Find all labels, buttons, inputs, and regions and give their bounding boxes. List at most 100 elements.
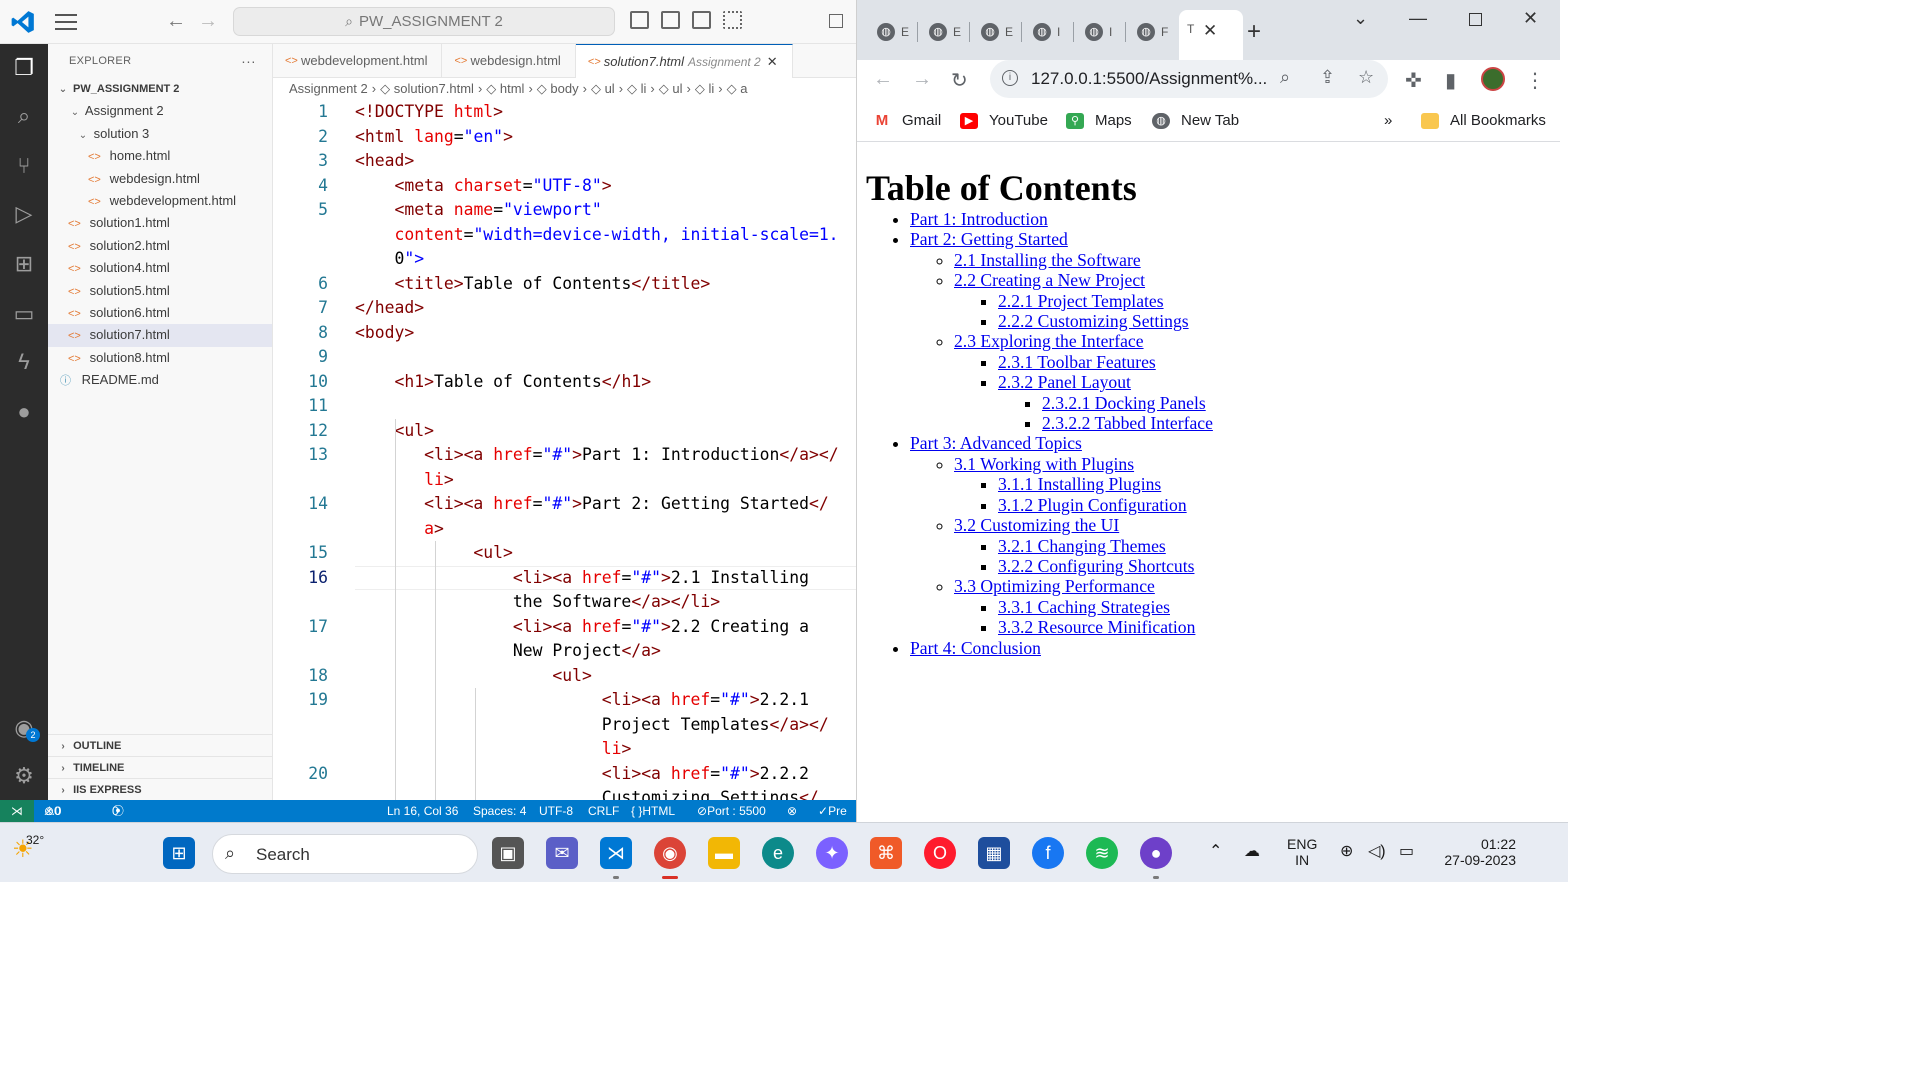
timeline-panel[interactable]: › TIMELINE [48, 756, 273, 778]
tree-file[interactable]: <> webdesign.html [48, 168, 272, 190]
share-icon[interactable]: ⇪ [1320, 67, 1335, 88]
tab-search-icon[interactable]: ⌄ [1353, 8, 1368, 29]
toc-link[interactable]: 3.1 Working with Plugins [954, 454, 1134, 474]
breadcrumb-item[interactable]: ◇ ul [591, 81, 615, 96]
code-line[interactable]: 7 </head> [273, 296, 856, 321]
code-line[interactable]: 0"> [273, 247, 856, 272]
code-line[interactable]: 12 <ul> [273, 419, 856, 444]
tree-file[interactable]: <> solution8.html [48, 347, 272, 369]
vscode-taskbar-icon[interactable]: ⋊ [600, 837, 632, 869]
eol-status[interactable]: CRLF [588, 800, 619, 822]
live-server-port[interactable]: ⊘ Port : 5500 [697, 800, 766, 822]
maximize-icon[interactable] [1469, 13, 1482, 26]
tab-webdesign[interactable]: <> webdesign.html [442, 44, 576, 78]
code-line[interactable]: content="width=device-width, initial-sca… [273, 223, 856, 248]
toc-link[interactable]: 2.3 Exploring the Interface [954, 331, 1144, 351]
bookmark-youtube[interactable]: ▶ YouTube [960, 112, 1048, 129]
code-line[interactable]: 5 <meta name="viewport" [273, 198, 856, 223]
tree-folder[interactable]: ⌄ Assignment 2 [48, 100, 272, 122]
browser-tab[interactable]: ◍ F [1137, 20, 1168, 44]
search-icon[interactable]: ⌕ [10, 102, 38, 130]
more-actions-icon[interactable]: ··· [241, 44, 256, 78]
start-icon[interactable]: ⊞ [163, 837, 195, 869]
github-icon[interactable]: ● [10, 398, 38, 426]
taskbar-search[interactable]: ⌕ Search [212, 834, 478, 874]
github-desktop-icon[interactable]: ● [1140, 837, 1172, 869]
tree-folder[interactable]: ⌄ PW_ASSIGNMENT 2 [48, 78, 272, 100]
toggle-secondary-sidebar-icon[interactable] [692, 11, 711, 29]
toc-link[interactable]: 2.2.1 Project Templates [998, 291, 1164, 311]
toc-link[interactable]: 3.3.2 Resource Minification [998, 617, 1195, 637]
tree-file[interactable]: <> solution1.html [48, 212, 272, 234]
customize-layout-icon[interactable] [723, 11, 742, 29]
breadcrumb-item[interactable]: ◇ ul [659, 81, 683, 96]
tree-file[interactable]: <> solution2.html [48, 235, 272, 257]
code-line[interactable]: 6 <title>Table of Contents</title> [273, 272, 856, 297]
breadcrumb-item[interactable]: ◇ li [627, 81, 646, 96]
reload-icon[interactable]: ↻ [951, 68, 968, 93]
language-mode[interactable]: { } HTML [631, 800, 675, 822]
side-panel-icon[interactable]: ▮ [1445, 68, 1456, 93]
thunder-client-icon[interactable]: ϟ [10, 348, 38, 376]
code-line[interactable]: 1 <!DOCTYPE html> [273, 100, 856, 125]
extensions-puzzle-icon[interactable]: ✜ [1405, 68, 1422, 93]
code-line[interactable]: 13 <li><a href="#">Part 1: Introduction<… [273, 443, 856, 468]
toc-link[interactable]: 3.1.2 Plugin Configuration [998, 495, 1187, 515]
bookmark-star-icon[interactable]: ☆ [1358, 67, 1374, 88]
toggle-sidebar-icon[interactable] [630, 11, 649, 29]
command-center-search[interactable]: ⌕ PW_ASSIGNMENT 2 [233, 7, 615, 36]
toc-link[interactable]: Part 4: Conclusion [910, 638, 1041, 658]
code-editor[interactable]: 1 <!DOCTYPE html> 2 <html lang="en"> 3 <head>… [273, 100, 856, 800]
tree-file[interactable]: <> solution6.html [48, 302, 272, 324]
toc-link[interactable]: 3.2.1 Changing Themes [998, 536, 1166, 556]
toc-link[interactable]: 3.2.2 Configuring Shortcuts [998, 556, 1194, 576]
bookmark-new-tab[interactable]: ◍ New Tab [1152, 112, 1239, 129]
breadcrumb-item[interactable]: ◇ li [695, 81, 714, 96]
toggle-panel-icon[interactable] [661, 11, 680, 29]
tree-file[interactable]: <> webdevelopment.html [48, 190, 272, 212]
code-line[interactable]: Customizing Settings</ [273, 786, 856, 800]
maximize-icon[interactable] [829, 14, 843, 28]
chrome-icon[interactable]: ◉ [654, 837, 686, 869]
code-line[interactable]: 3 <head> [273, 149, 856, 174]
tree-file[interactable]: ⓘ README.md [48, 369, 272, 391]
breadcrumb-item[interactable]: ◇ body [537, 81, 579, 96]
file-explorer-icon[interactable]: ▬ [708, 837, 740, 869]
opera-icon[interactable]: O [924, 837, 956, 869]
spotify-icon[interactable]: ≋ [1086, 837, 1118, 869]
browser-menu-icon[interactable]: ⋮ [1525, 68, 1545, 93]
back-arrow-icon[interactable]: ← [166, 10, 186, 33]
clock[interactable]: 01:22 27-09-2023 [1440, 836, 1516, 868]
edge-icon[interactable]: e [762, 837, 794, 869]
menu-icon[interactable] [55, 14, 77, 30]
tree-file[interactable]: <> solution4.html [48, 257, 272, 279]
toc-link[interactable]: 2.2.2 Customizing Settings [998, 311, 1189, 331]
bookmark-gmail[interactable]: M Gmail [873, 112, 941, 129]
breadcrumb-item[interactable]: ◇ html [486, 81, 524, 96]
close-window-icon[interactable]: ✕ [1523, 8, 1538, 29]
store-icon[interactable]: ▦ [978, 837, 1010, 869]
code-line[interactable]: 16 <li><a href="#">2.1 Installing [273, 566, 856, 591]
code-line[interactable]: 15 <ul> [273, 541, 856, 566]
code-line[interactable]: 18 <ul> [273, 664, 856, 689]
encoding-status[interactable]: UTF-8 [539, 800, 573, 822]
browser-tab[interactable]: ◍ I [1033, 20, 1060, 44]
toc-link[interactable]: Part 2: Getting Started [910, 229, 1068, 249]
browser-tab[interactable]: ◍ E [929, 20, 961, 44]
iis-express-panel[interactable]: › IIS EXPRESS [48, 778, 273, 800]
code-line[interactable]: the Software</a></li> [273, 590, 856, 615]
remote-explorer-icon[interactable]: ▭ [10, 300, 38, 328]
cursor-position[interactable]: Ln 16, Col 36 [387, 800, 458, 822]
explorer-icon[interactable]: ❐ [10, 54, 38, 82]
toc-link[interactable]: 3.3.1 Caching Strategies [998, 597, 1170, 617]
onedrive-offline-icon[interactable]: ☁ [1244, 841, 1260, 861]
chat-icon[interactable]: ✉ [546, 837, 578, 869]
indentation-status[interactable]: Spaces: 4 [473, 800, 526, 822]
code-line[interactable]: 2 <html lang="en"> [273, 125, 856, 150]
tab-webdevelopment[interactable]: <> webdevelopment.html [273, 44, 443, 78]
code-line[interactable]: a> [273, 517, 856, 542]
run-debug-icon[interactable]: ▷ [10, 200, 38, 228]
notifications-off-icon[interactable]: ⊗ [787, 800, 797, 822]
tree-file[interactable]: <> home.html [48, 145, 272, 167]
show-hidden-icons-icon[interactable]: ⌃ [1209, 841, 1222, 861]
